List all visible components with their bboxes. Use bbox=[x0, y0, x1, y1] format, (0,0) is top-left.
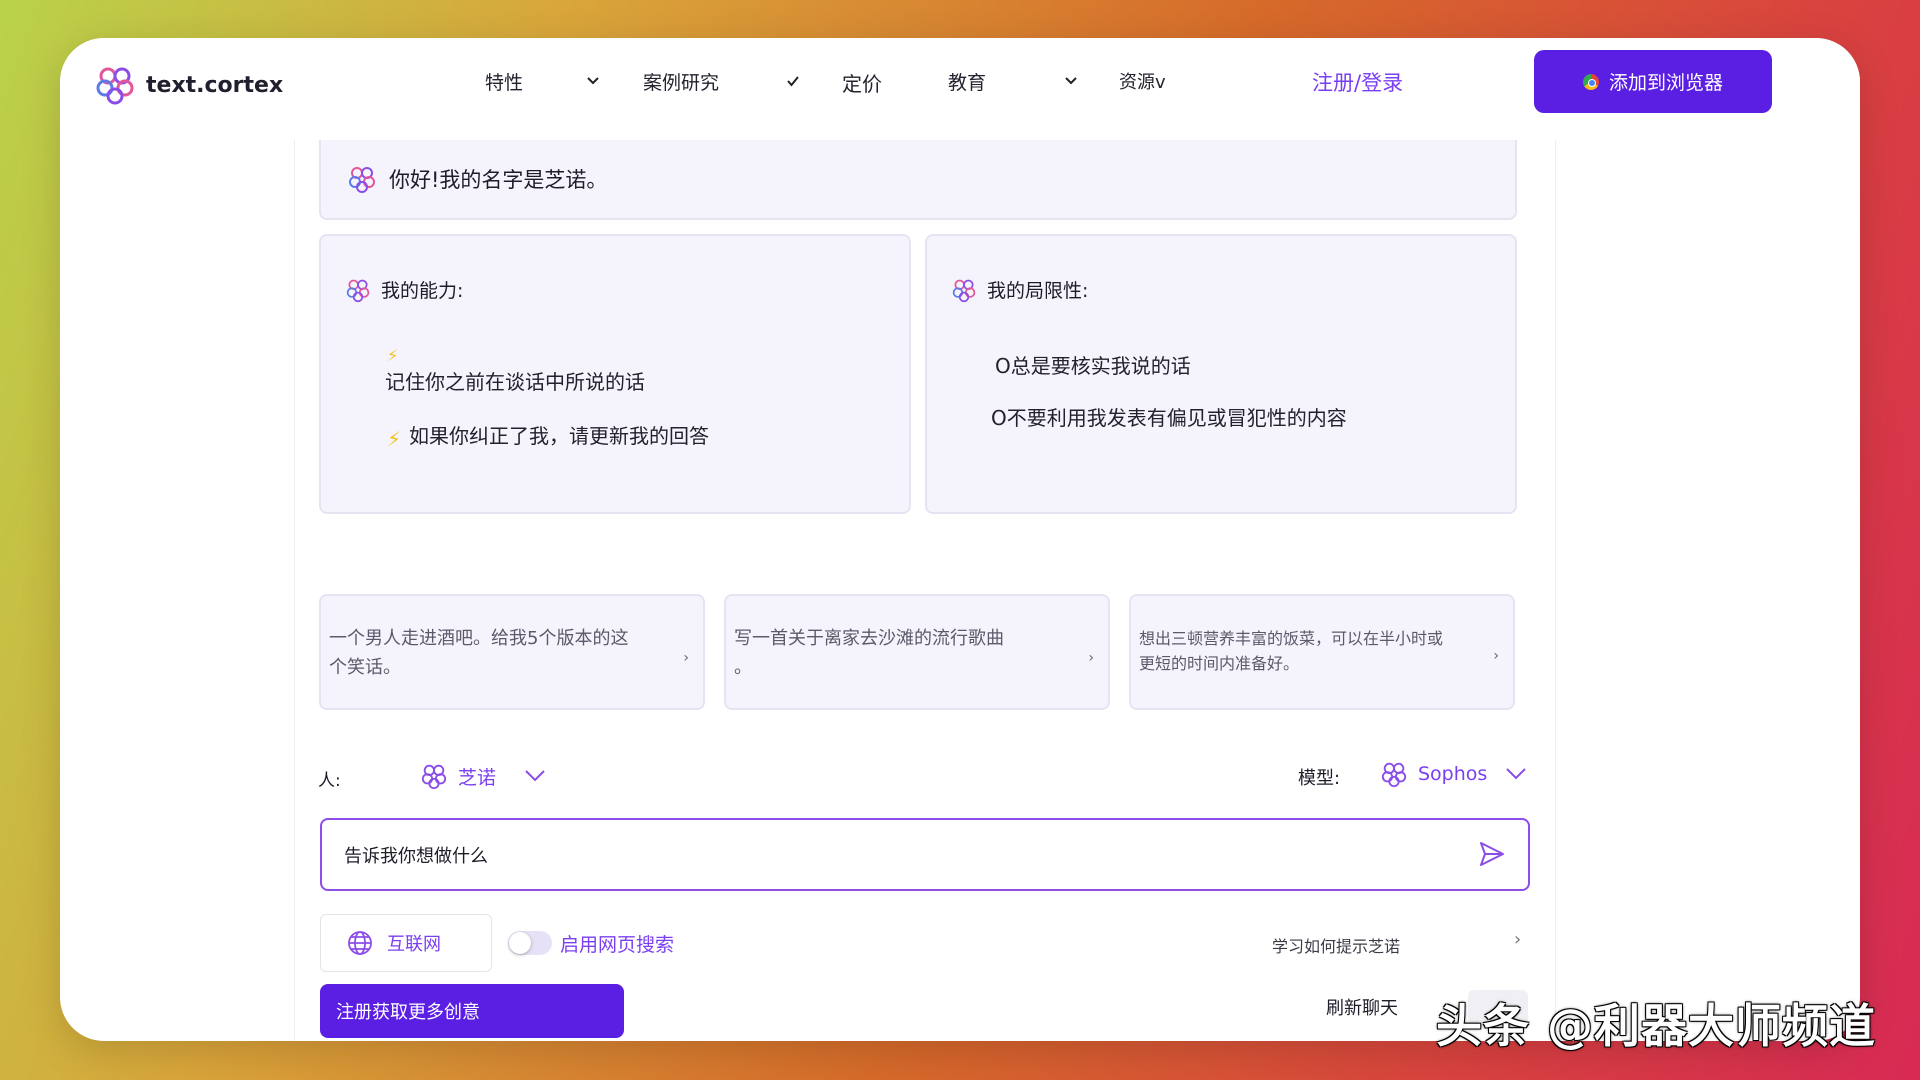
suggestion-card[interactable]: 一个男人走进酒吧。给我5个版本的这 个笑话。 › bbox=[319, 594, 705, 710]
nav-case-studies-label: 案例研究 bbox=[643, 72, 720, 94]
capability-item: 记住你之前在谈话中所说的话 bbox=[385, 366, 645, 395]
greeting-text: 你好!我的名字是芝诺。 bbox=[389, 168, 608, 192]
nav-education-label: 教育 bbox=[948, 72, 987, 94]
logo[interactable]: text.cortex bbox=[94, 64, 283, 106]
brain-icon bbox=[349, 167, 375, 193]
persona-select[interactable]: 芝诺 bbox=[420, 762, 546, 790]
capability-text: 如果你纠正了我，请更新我的回答 bbox=[409, 424, 710, 448]
add-to-browser-label: 添加到浏览器 bbox=[1608, 72, 1723, 94]
globe-icon bbox=[348, 931, 372, 955]
nav-resources[interactable]: 资源v bbox=[1119, 68, 1166, 94]
internet-label: 互联网 bbox=[387, 934, 441, 955]
capability-text: 记住你之前在谈话中所说的话 bbox=[385, 370, 645, 394]
browser-window: text.cortex 特性 案例研究 定价 教育 资源v 注册/登录 添加到浏… bbox=[60, 38, 1860, 1041]
chevron-down-icon bbox=[1506, 768, 1527, 780]
lightning-icon: ⚡ bbox=[387, 427, 402, 451]
limitations-card: 我的局限性: O总是要核实我说的话 O不要利用我发表有偏见或冒犯性的内容 bbox=[925, 234, 1517, 514]
chevron-right-icon[interactable]: › bbox=[1514, 929, 1521, 950]
model-label: 模型: bbox=[1298, 768, 1341, 789]
capabilities-title: 我的能力: bbox=[381, 280, 464, 302]
nav-pricing[interactable]: 定价 bbox=[842, 68, 882, 97]
chevron-down-icon[interactable] bbox=[1064, 74, 1078, 88]
refresh-chat-button[interactable]: 刷新聊天 bbox=[1326, 994, 1398, 1020]
chrome-icon bbox=[1582, 73, 1599, 90]
chevron-right-icon: › bbox=[683, 650, 689, 666]
send-icon[interactable] bbox=[1478, 840, 1506, 868]
nav-features[interactable]: 特性 bbox=[485, 68, 523, 95]
limitations-header: 我的局限性: bbox=[951, 276, 1088, 303]
signup-more-button[interactable]: 注册获取更多创意 bbox=[320, 984, 624, 1038]
check-icon[interactable] bbox=[786, 74, 800, 88]
brain-logo-icon bbox=[96, 67, 134, 105]
suggestion-card[interactable]: 写一首关于离家去沙滩的流行歌曲 。 › bbox=[724, 594, 1110, 710]
suggestion-text: 写一首关于离家去沙滩的流行歌曲 bbox=[734, 628, 1004, 649]
persona-value: 芝诺 bbox=[458, 766, 497, 789]
signup-more-label: 注册获取更多创意 bbox=[336, 1002, 480, 1023]
brain-icon bbox=[421, 764, 447, 790]
model-select[interactable]: Sophos bbox=[1380, 760, 1527, 788]
learn-prompting-link[interactable]: 学习如何提示芝诺 bbox=[1272, 933, 1400, 957]
nav-case-studies[interactable]: 案例研究 bbox=[643, 68, 719, 95]
nav-education[interactable]: 教育 bbox=[948, 68, 986, 95]
nav-features-label: 特性 bbox=[485, 72, 524, 94]
chevron-down-icon[interactable] bbox=[586, 74, 600, 88]
nav-resources-label: 资源v bbox=[1119, 72, 1166, 93]
chevron-right-icon: › bbox=[1493, 648, 1499, 664]
suggestion-text: 个笑话。 bbox=[329, 657, 401, 678]
chevron-down-icon bbox=[525, 770, 545, 782]
nav-pricing-label: 定价 bbox=[842, 72, 882, 96]
prompt-input[interactable]: 告诉我你想做什么 bbox=[320, 818, 1530, 891]
web-search-label: 启用网页搜索 bbox=[560, 934, 675, 956]
limitations-title: 我的局限性: bbox=[987, 280, 1089, 302]
prompt-placeholder: 告诉我你想做什么 bbox=[344, 845, 488, 867]
suggestion-card[interactable]: 想出三顿营养丰富的饭菜，可以在半小时或 更短的时间内准备好。 › bbox=[1129, 594, 1515, 710]
chat-column: 你好!我的名字是芝诺。 我的能力: ⚡ 记住你之前在谈话中所说的话 ⚡ 如果你纠… bbox=[294, 140, 1556, 1041]
add-to-browser-button[interactable]: 添加到浏览器 bbox=[1534, 50, 1772, 113]
capabilities-header: 我的能力: bbox=[345, 276, 463, 303]
watermark: 头条 @利器大师频道 bbox=[1436, 999, 1877, 1053]
internet-button[interactable]: 互联网 bbox=[320, 914, 492, 972]
chevron-right-icon: › bbox=[1088, 650, 1094, 666]
persona-label: 人: bbox=[318, 771, 341, 791]
brain-icon bbox=[346, 279, 370, 302]
logo-text: text.cortex bbox=[146, 72, 284, 98]
capabilities-card: 我的能力: ⚡ 记住你之前在谈话中所说的话 ⚡ 如果你纠正了我，请更新我的回答 bbox=[319, 234, 911, 514]
suggestion-text: 想出三顿营养丰富的饭菜，可以在半小时或 bbox=[1139, 629, 1444, 648]
top-nav: text.cortex 特性 案例研究 定价 教育 资源v 注册/登录 添加到浏… bbox=[60, 38, 1860, 142]
greeting-card: 你好!我的名字是芝诺。 bbox=[319, 140, 1517, 220]
web-search-toggle[interactable] bbox=[508, 931, 552, 955]
limitation-item: O总是要核实我说的话 bbox=[995, 354, 1191, 378]
suggestion-text: 更短的时间内准备好。 bbox=[1139, 654, 1300, 673]
brain-icon bbox=[1381, 762, 1407, 788]
limitation-item: O不要利用我发表有偏见或冒犯性的内容 bbox=[991, 406, 1347, 430]
model-value: Sophos bbox=[1418, 763, 1488, 785]
brain-icon bbox=[952, 279, 976, 302]
suggestion-text: 一个男人走进酒吧。给我5个版本的这 bbox=[329, 628, 629, 649]
login-link[interactable]: 注册/登录 bbox=[1312, 67, 1403, 97]
capability-item: ⚡ 如果你纠正了我，请更新我的回答 bbox=[387, 420, 709, 449]
suggestion-text: 。 bbox=[734, 657, 752, 678]
lightning-icon: ⚡ bbox=[387, 346, 399, 365]
